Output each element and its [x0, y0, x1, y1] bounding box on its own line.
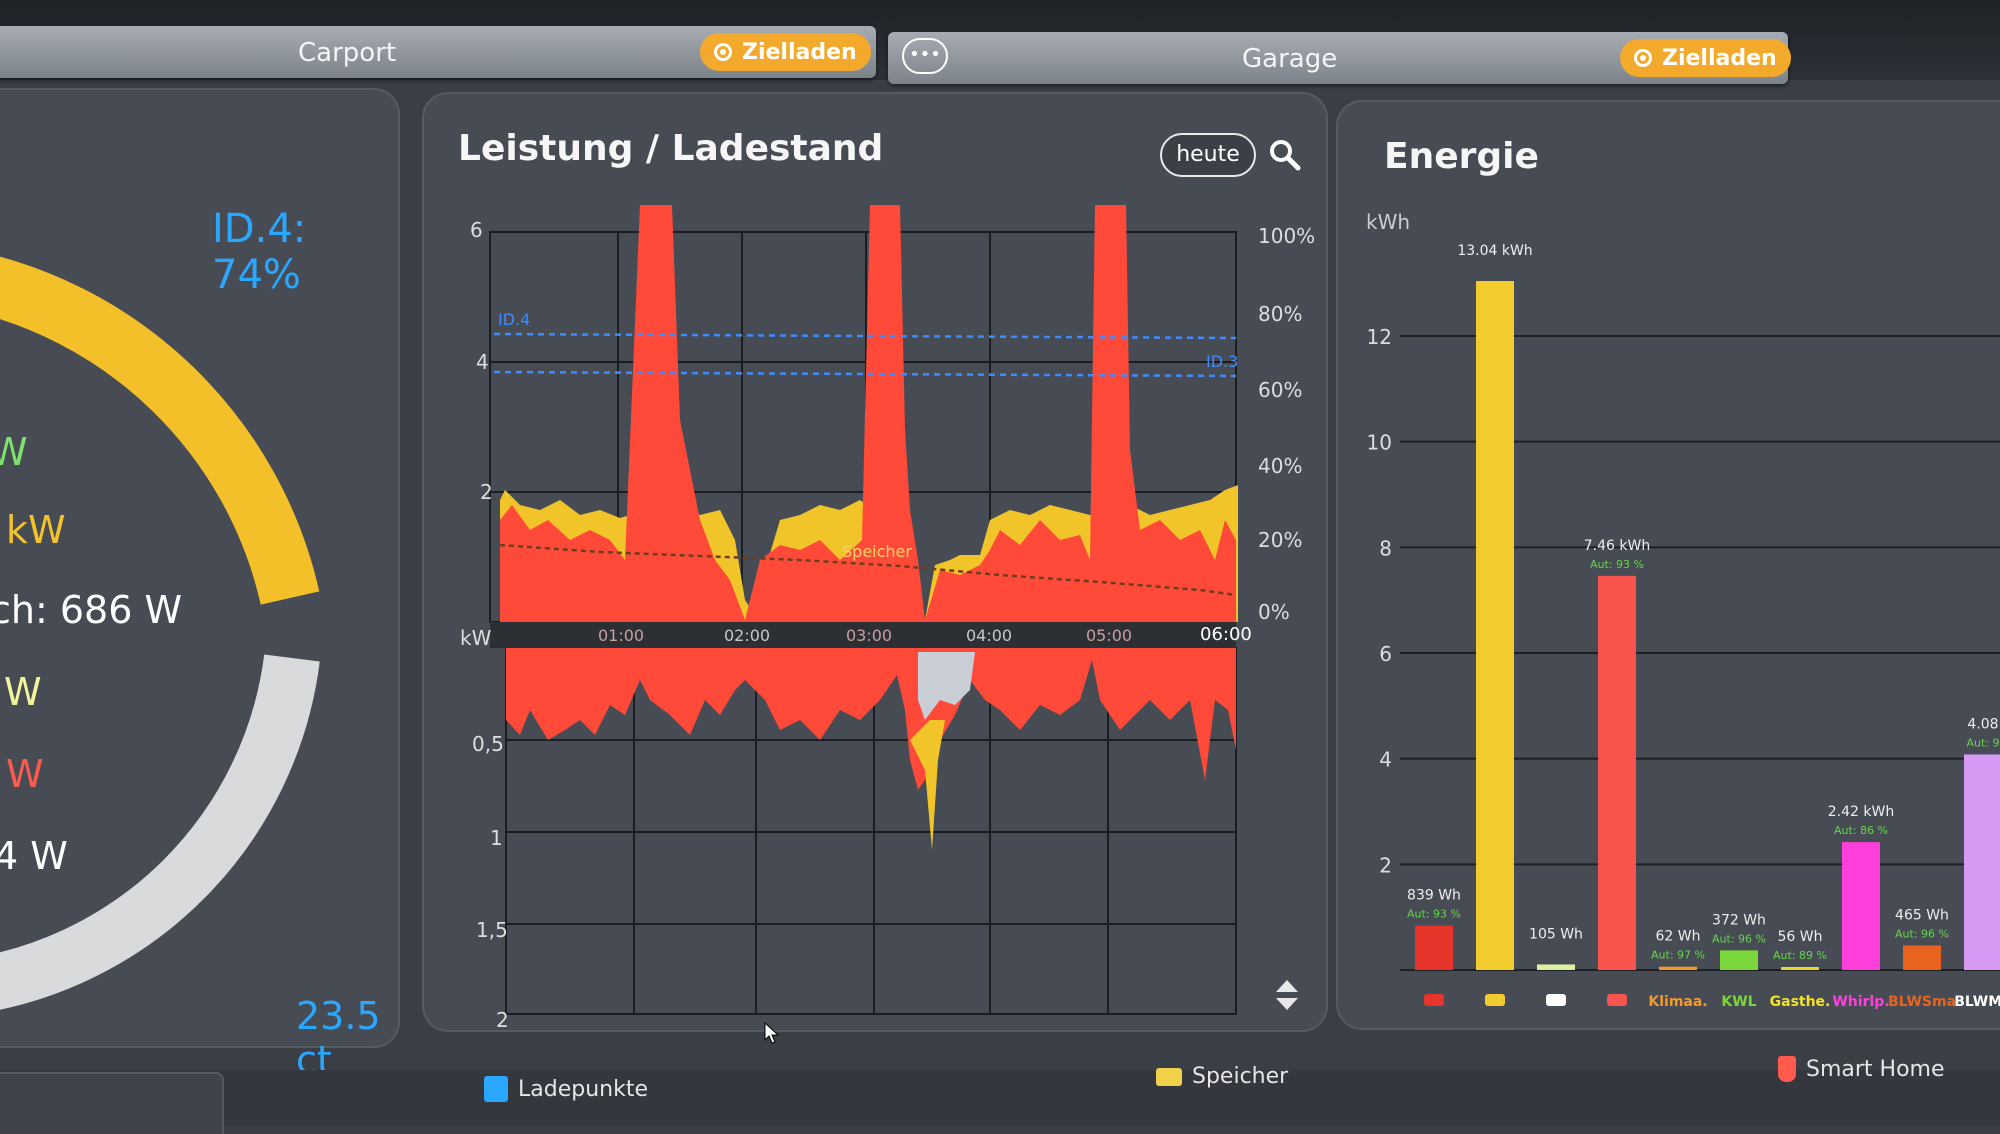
tab-label: Speicher	[1192, 1064, 1289, 1089]
y-right-tick: 0%	[1258, 600, 1290, 624]
search-icon[interactable]	[1268, 138, 1302, 172]
battery-icon	[1156, 1067, 1182, 1086]
carport-zielladen-button[interactable]: Zielladen	[700, 33, 871, 71]
tab-label: Smart Home	[1806, 1056, 1945, 1082]
soc-label: ID.4: 74%	[212, 206, 307, 298]
speicher-label: Speicher	[842, 542, 912, 561]
y-left-tick-lower: 1,5	[476, 918, 508, 942]
grid-arc	[0, 654, 320, 1010]
id3-label: ID.3	[1206, 352, 1239, 371]
charger-icon	[484, 1076, 508, 1102]
energy-panel: Energie kWh	[1336, 100, 2000, 1030]
y-left-tick: 4	[476, 350, 489, 374]
value-3: ch: 686 W	[0, 588, 183, 632]
value-2: kW	[6, 508, 66, 552]
tab-smart-home[interactable]: Smart Home	[1778, 1056, 1945, 1082]
x-tick: 03:00	[846, 626, 893, 645]
value-5: W	[6, 752, 44, 796]
garage-title: Garage	[1242, 44, 1338, 74]
garage-card: ••• Garage Zielladen	[888, 32, 1791, 84]
y-left-tick-lower: 1	[490, 826, 503, 850]
tab-speicher[interactable]: Speicher	[1156, 1064, 1288, 1089]
x-tick: 04:00	[966, 626, 1013, 645]
x-tick: 01:00	[598, 626, 645, 645]
y-left-tick: 6	[470, 218, 483, 242]
unit-label: kW	[460, 626, 492, 650]
y-right-tick: 60%	[1258, 378, 1303, 402]
value-4: W	[4, 670, 42, 714]
x-tick: 06:00	[1200, 624, 1252, 645]
cursor-icon	[764, 1022, 780, 1044]
zielladen-label: Zielladen	[1662, 45, 1777, 71]
price-label: 23.5 ct	[296, 994, 381, 1082]
power-title: Leistung / Ladestand	[458, 128, 884, 169]
bottom-tab-left[interactable]	[0, 1072, 224, 1134]
carport-title: Carport	[298, 38, 397, 68]
tab-ladepunkte[interactable]: Ladepunkte	[484, 1076, 648, 1102]
y-right-tick: 20%	[1258, 528, 1303, 552]
x-tick: 05:00	[1086, 626, 1133, 645]
y-right-tick: 100%	[1258, 224, 1316, 248]
power-panel: Leistung / Ladestand	[422, 92, 1328, 1032]
id4-label: ID.4	[498, 310, 531, 329]
x-tick: 02:00	[724, 626, 771, 645]
scroll-arrows-icon[interactable]	[1274, 978, 1300, 1012]
bottom-nav	[0, 1070, 2000, 1126]
energy-unit: kWh	[1366, 210, 1411, 234]
value-6: 4 W	[0, 834, 68, 878]
value-1: W	[0, 430, 28, 474]
y-left-tick-lower: 2	[496, 1008, 509, 1032]
zielladen-label: Zielladen	[742, 39, 857, 65]
carport-card: Carport Zielladen	[0, 26, 876, 78]
target-icon	[714, 43, 732, 61]
energy-title: Energie	[1384, 136, 1539, 177]
y-left-tick-lower: 0,5	[472, 732, 504, 756]
more-button[interactable]: •••	[902, 38, 948, 74]
y-right-tick: 40%	[1258, 454, 1303, 478]
y-left-tick: 2	[480, 480, 493, 504]
plug-icon	[1778, 1056, 1796, 1082]
today-button[interactable]: heute	[1160, 133, 1256, 177]
overview-panel: ID.4: 74% W kW ch: 686 W W W 4 W 23.5 ct	[0, 88, 400, 1082]
y-right-tick: 80%	[1258, 302, 1303, 326]
tab-label: Ladepunkte	[518, 1076, 648, 1102]
target-icon	[1634, 49, 1652, 67]
garage-zielladen-button[interactable]: Zielladen	[1620, 39, 1791, 77]
